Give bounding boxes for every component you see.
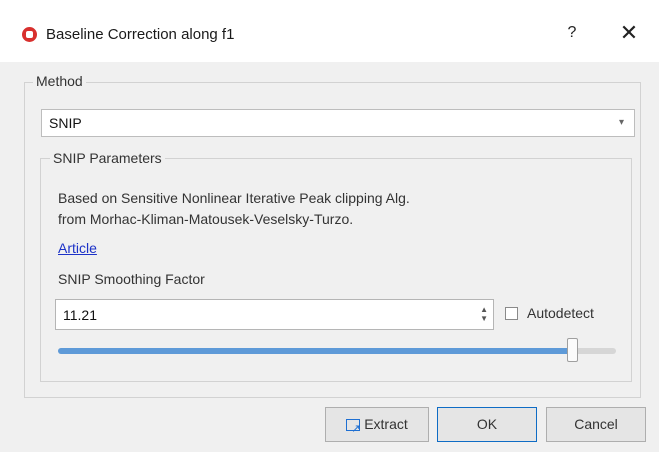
cancel-button[interactable]: Cancel	[546, 407, 646, 442]
extract-icon	[346, 412, 360, 445]
method-select-value: SNIP	[49, 115, 82, 131]
smoothing-slider[interactable]	[58, 338, 616, 362]
app-logo-icon	[22, 27, 37, 42]
snip-description-line1: Based on Sensitive Nonlinear Iterative P…	[58, 190, 410, 206]
smoothing-factor-spinbox[interactable]: 11.21 ▲ ▼	[55, 299, 494, 330]
smoothing-factor-value: 11.21	[63, 307, 97, 323]
close-icon[interactable]: ✕	[614, 18, 644, 48]
spin-down-icon[interactable]: ▼	[480, 315, 488, 323]
autodetect-label[interactable]: Autodetect	[527, 305, 594, 321]
ok-button[interactable]: OK	[437, 407, 537, 442]
help-button[interactable]: ?	[562, 21, 582, 45]
smoothing-slider-handle[interactable]	[567, 338, 579, 362]
window-title: Baseline Correction along f1	[46, 26, 235, 43]
autodetect-checkbox[interactable]	[505, 307, 518, 320]
smoothing-factor-label: SNIP Smoothing Factor	[58, 271, 205, 287]
article-link[interactable]: Article	[58, 240, 97, 256]
spin-up-icon[interactable]: ▲	[480, 306, 488, 314]
extract-button-label: Extract	[364, 416, 408, 432]
smoothing-slider-fill	[58, 348, 574, 354]
baseline-correction-dialog: Baseline Correction along f1 ? ✕ Method …	[0, 0, 659, 452]
extract-button[interactable]: Extract	[325, 407, 429, 445]
snip-parameters-label: SNIP Parameters	[50, 150, 165, 166]
snip-description-line2: from Morhac-Kliman-Matousek-Veselsky-Tur…	[58, 211, 354, 227]
chevron-down-icon: ▾	[618, 117, 624, 128]
method-select[interactable]: SNIP ▾	[41, 109, 635, 137]
method-group-label: Method	[33, 73, 86, 89]
title-bar: Baseline Correction along f1 ? ✕	[0, 0, 659, 62]
